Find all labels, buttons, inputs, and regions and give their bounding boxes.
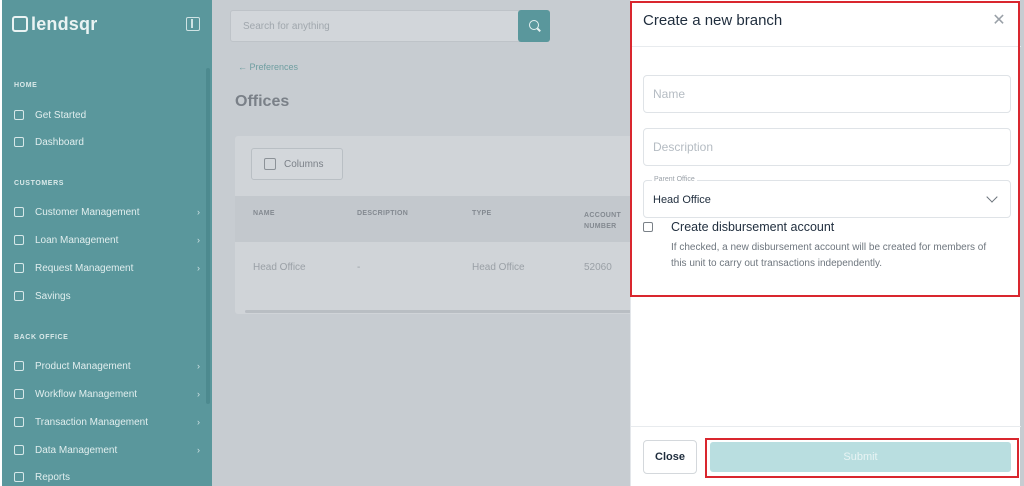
column-header-type[interactable]: TYPE <box>472 210 491 217</box>
cell-type: Head Office <box>472 262 525 273</box>
chevron-right-icon: › <box>197 417 200 427</box>
parent-office-label: Parent Office <box>652 176 697 183</box>
sidebar-section-customers: CUSTOMERS <box>14 180 64 187</box>
logo-text: lendsqr <box>31 13 98 34</box>
sidebar-item-get-started[interactable]: Get Started <box>14 106 200 124</box>
sidebar-item-label: Product Management <box>35 360 131 372</box>
sidebar-section-home: HOME <box>14 82 38 89</box>
sidebar-item-label: Savings <box>35 290 71 302</box>
parent-office-value: Head Office <box>653 194 711 206</box>
column-header-account-number[interactable]: ACCOUNT NUMBER <box>584 210 632 232</box>
chevron-right-icon: › <box>197 235 200 245</box>
submit-button[interactable]: Submit <box>710 442 1011 472</box>
sidebar-item-label: Transaction Management <box>35 416 149 428</box>
page-title: Offices <box>235 93 290 110</box>
savings-icon <box>14 291 24 301</box>
sidebar-item-transaction-management[interactable]: Transaction Management › <box>14 413 200 431</box>
sidebar-item-label: Workflow Management <box>35 388 138 400</box>
cell-description: - <box>357 262 361 273</box>
search-button[interactable] <box>518 10 550 42</box>
columns-icon <box>264 158 276 170</box>
home-icon <box>14 110 24 120</box>
chevron-right-icon: › <box>197 361 200 371</box>
name-input[interactable] <box>643 75 1011 113</box>
sidebar-item-label: Data Management <box>35 444 118 456</box>
sidebar-item-dashboard[interactable]: Dashboard <box>14 133 200 151</box>
chevron-down-icon <box>986 191 998 203</box>
disbursement-account-help: If checked, a new disbursement account w… <box>671 242 987 269</box>
close-button[interactable]: Close <box>643 440 697 474</box>
table-header: NAME DESCRIPTION TYPE ACCOUNT NUMBER <box>235 196 655 242</box>
transaction-icon <box>14 417 24 427</box>
search-input[interactable]: Search for anything <box>230 10 550 42</box>
sidebar-item-label: Request Management <box>35 262 134 274</box>
drawer-footer-divider <box>631 426 1021 427</box>
sidebar-collapse-icon[interactable] <box>186 17 200 31</box>
columns-button[interactable]: Columns <box>251 148 343 180</box>
column-header-description[interactable]: DESCRIPTION <box>357 210 408 217</box>
sidebar-scrollbar[interactable] <box>206 68 210 404</box>
cell-account-number: 52060 <box>584 262 612 273</box>
users-icon <box>14 207 24 217</box>
sidebar-item-label: Customer Management <box>35 206 140 218</box>
drawer-header-divider <box>631 46 1021 47</box>
close-icon[interactable]: ✕ <box>992 13 1006 29</box>
column-header-name[interactable]: NAME <box>253 210 275 217</box>
breadcrumb[interactable]: ← Preferences <box>238 62 298 72</box>
create-branch-drawer: Create a new branch ✕ Parent Office Head… <box>630 0 1021 486</box>
sidebar-item-label: Get Started <box>35 109 87 121</box>
sidebar-item-label: Loan Management <box>35 234 119 246</box>
logo: lendsqr <box>12 14 97 35</box>
sidebar: lendsqr HOME Get Started Dashboard CUSTO… <box>2 0 212 486</box>
dashboard-icon <box>14 137 24 147</box>
table-scrollbar[interactable] <box>245 310 645 313</box>
request-icon <box>14 263 24 273</box>
chevron-right-icon: › <box>197 207 200 217</box>
chevron-right-icon: › <box>197 263 200 273</box>
offices-table-card: Columns NAME DESCRIPTION TYPE ACCOUNT NU… <box>235 136 655 314</box>
reports-icon <box>14 472 24 482</box>
disbursement-account-checkbox[interactable] <box>643 222 653 232</box>
parent-office-select[interactable]: Parent Office Head Office <box>643 176 1011 218</box>
sidebar-item-savings[interactable]: Savings <box>14 287 200 305</box>
description-input[interactable] <box>643 128 1011 166</box>
loan-icon <box>14 235 24 245</box>
sidebar-item-reports[interactable]: Reports <box>14 468 200 486</box>
logo-mark-icon <box>12 16 28 32</box>
sidebar-item-request-management[interactable]: Request Management › <box>14 259 200 277</box>
sidebar-item-product-management[interactable]: Product Management › <box>14 357 200 375</box>
sidebar-header: lendsqr <box>12 12 200 36</box>
workflow-icon <box>14 389 24 399</box>
sidebar-item-label: Reports <box>35 471 71 483</box>
sidebar-section-back-office: BACK OFFICE <box>14 334 69 341</box>
chevron-right-icon: › <box>197 389 200 399</box>
sidebar-item-label: Dashboard <box>35 136 84 148</box>
sidebar-item-customer-management[interactable]: Customer Management › <box>14 203 200 221</box>
sidebar-item-workflow-management[interactable]: Workflow Management › <box>14 385 200 403</box>
table-row[interactable]: Head Office - Head Office 52060 <box>235 254 655 284</box>
cell-name: Head Office <box>253 262 306 273</box>
product-icon <box>14 361 24 371</box>
sidebar-item-loan-management[interactable]: Loan Management › <box>14 231 200 249</box>
chevron-right-icon: › <box>197 445 200 455</box>
sidebar-item-data-management[interactable]: Data Management › <box>14 441 200 459</box>
drawer-title: Create a new branch <box>643 12 783 29</box>
disbursement-account-label[interactable]: Create disbursement account <box>671 220 834 234</box>
data-icon <box>14 445 24 455</box>
columns-button-label: Columns <box>284 158 324 170</box>
